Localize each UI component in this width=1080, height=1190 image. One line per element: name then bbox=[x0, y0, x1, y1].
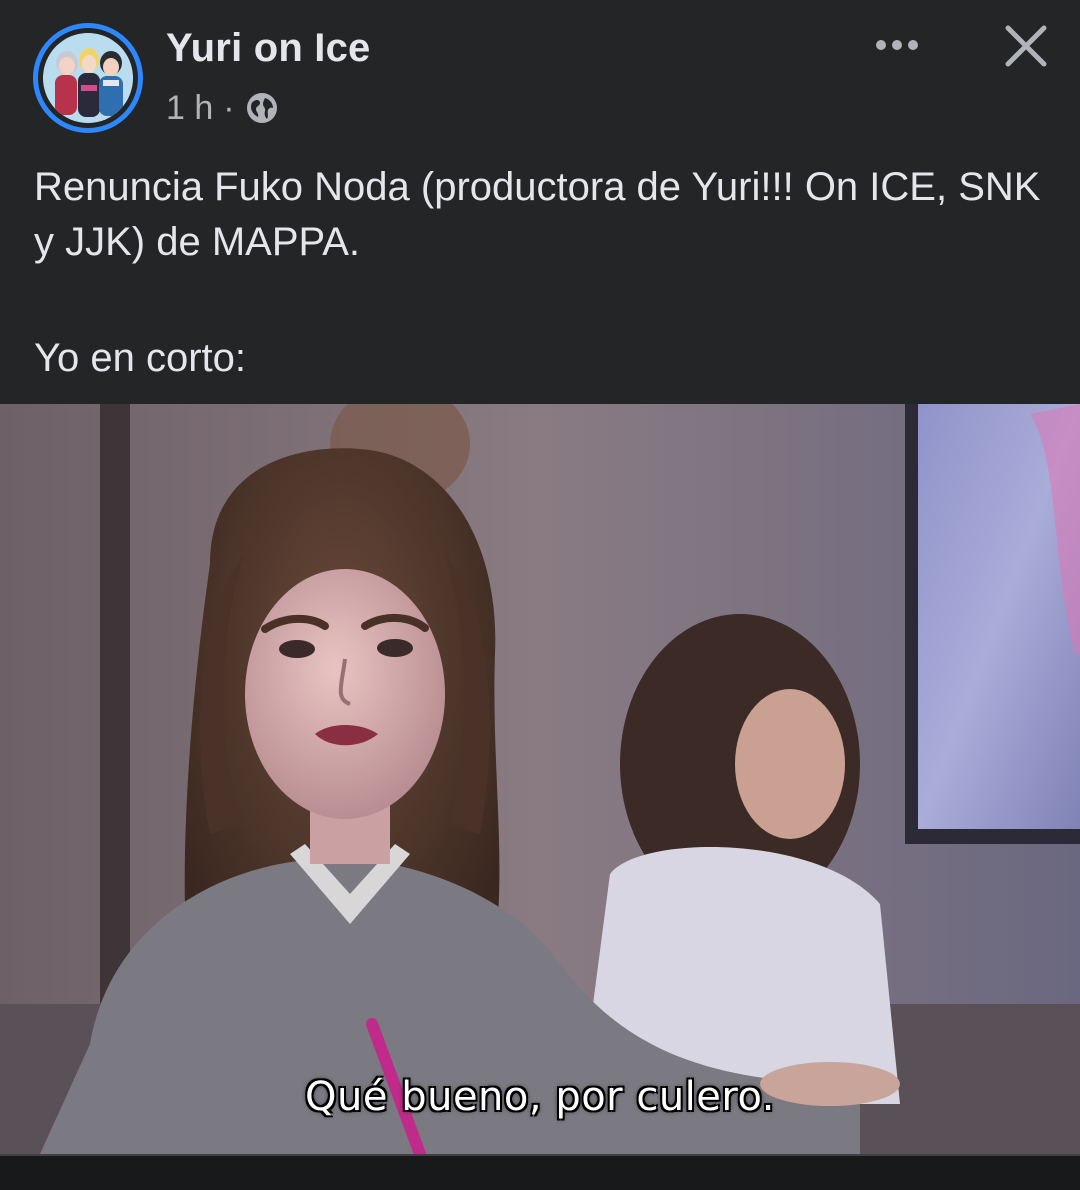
post-header: Yuri on Ice 1 h · bbox=[0, 0, 1080, 140]
more-options-button[interactable] bbox=[866, 24, 928, 66]
post-meta: 1 h · bbox=[166, 88, 279, 128]
post-text-line-2: Yo en corto: bbox=[34, 336, 247, 380]
meme-scene bbox=[0, 404, 1080, 1154]
close-button[interactable] bbox=[998, 18, 1054, 74]
page-name[interactable]: Yuri on Ice bbox=[166, 26, 371, 71]
meme-caption: Qué bueno, por culero. bbox=[305, 1074, 775, 1120]
more-horizontal-icon bbox=[876, 40, 918, 50]
bottom-action-bar bbox=[0, 1154, 1080, 1190]
post-text-line-1: Renuncia Fuko Noda (productora de Yuri!!… bbox=[34, 165, 1041, 264]
post-image[interactable]: Qué bueno, por culero. bbox=[0, 404, 1080, 1154]
page-avatar[interactable] bbox=[33, 23, 143, 133]
post-time[interactable]: 1 h bbox=[166, 89, 213, 128]
globe-icon[interactable] bbox=[245, 91, 279, 125]
avatar-illustration bbox=[43, 33, 133, 123]
meta-separator: · bbox=[223, 88, 235, 127]
avatar-image bbox=[43, 33, 133, 123]
close-icon bbox=[1005, 25, 1047, 67]
post-text: Renuncia Fuko Noda (productora de Yuri!!… bbox=[34, 160, 1044, 386]
